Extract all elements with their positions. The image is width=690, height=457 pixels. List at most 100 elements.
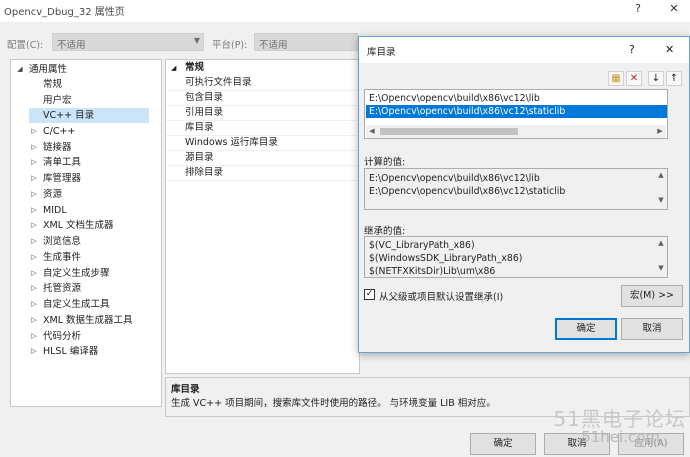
tree-item-label: 清单工具 bbox=[43, 157, 82, 168]
scroll-left-icon[interactable]: ◀ bbox=[366, 127, 378, 135]
expand-icon[interactable]: ▷ bbox=[29, 187, 39, 202]
property-grid[interactable]: ◢ 常规 可执行文件目录 包含目录 引用目录 库目录 Windows 运行库目录… bbox=[165, 59, 360, 374]
scroll-up-icon[interactable]: ▲ bbox=[655, 171, 667, 179]
expand-icon[interactable]: ▷ bbox=[29, 344, 39, 359]
evaluated-entry: E:\Opencv\opencv\build\x86\vc12\lib bbox=[369, 173, 540, 184]
inherit-checkbox-label[interactable]: 从父级或项目默认设置继承(I) bbox=[379, 289, 503, 303]
tree-item[interactable]: ▷ 资源 bbox=[29, 187, 62, 202]
directory-entry-selected[interactable]: E:\Opencv\opencv\build\x86\vc12\staticli… bbox=[366, 105, 667, 118]
config-value: 不适用 bbox=[57, 40, 86, 51]
ok-button[interactable]: 确定 bbox=[470, 433, 536, 455]
tree-item-label: 资源 bbox=[43, 189, 63, 200]
config-select[interactable]: 不适用 ▼ bbox=[52, 33, 204, 51]
tree-item[interactable]: ▷ XML 文档生成器 bbox=[29, 218, 114, 233]
inherited-entry: $(WindowsSDK_LibraryPath_x86) bbox=[369, 253, 523, 264]
tree-item[interactable]: ▷ 自定义生成工具 bbox=[29, 297, 110, 312]
inherited-label: 继承的值: bbox=[364, 226, 406, 237]
expand-icon[interactable]: ▷ bbox=[29, 250, 39, 265]
vertical-scrollbar[interactable]: ▲ ▼ bbox=[655, 170, 667, 208]
tree-item[interactable]: ▷ 生成事件 bbox=[29, 250, 81, 265]
scroll-up-icon[interactable]: ▲ bbox=[655, 239, 667, 247]
new-folder-icon[interactable]: ▦ bbox=[608, 71, 624, 86]
inherit-checkbox[interactable]: ✓ bbox=[364, 289, 375, 300]
platform-label: 平台(P): bbox=[212, 40, 248, 51]
grid-row[interactable]: 可执行文件目录 bbox=[166, 76, 359, 91]
tree-item[interactable]: ▷ 链接器 bbox=[29, 140, 72, 155]
tree-item-label: 代码分析 bbox=[43, 331, 82, 342]
delete-icon[interactable]: ✕ bbox=[626, 71, 642, 86]
grid-row[interactable]: 排除目录 bbox=[166, 166, 359, 181]
collapse-icon[interactable]: ◢ bbox=[15, 62, 25, 77]
watermark-url: 51hei.com bbox=[581, 428, 660, 446]
expand-icon[interactable]: ▷ bbox=[29, 329, 39, 344]
tree-item[interactable]: ▷ 自定义生成步骤 bbox=[29, 266, 110, 281]
directory-entry[interactable]: E:\Opencv\opencv\build\x86\vc12\lib bbox=[369, 92, 540, 105]
move-up-icon[interactable]: ↑ bbox=[666, 71, 682, 86]
move-down-icon[interactable]: ↓ bbox=[648, 71, 664, 86]
platform-select[interactable]: 不适用 bbox=[254, 33, 358, 51]
scroll-down-icon[interactable]: ▼ bbox=[655, 264, 667, 272]
grid-row[interactable]: 包含目录 bbox=[166, 91, 359, 106]
scroll-thumb[interactable] bbox=[380, 128, 518, 135]
help-button[interactable]: ? bbox=[628, 2, 648, 18]
expand-icon[interactable]: ▷ bbox=[29, 218, 39, 233]
dialog-close-button[interactable]: ✕ bbox=[665, 43, 674, 56]
tree-item-common-properties[interactable]: ◢ 通用属性 bbox=[15, 62, 67, 77]
dialog-title: 库目录 bbox=[367, 47, 396, 58]
tree-item[interactable]: ▷ 浏览信息 bbox=[29, 234, 81, 249]
close-button[interactable]: ✕ bbox=[664, 2, 684, 18]
expand-icon[interactable]: ▷ bbox=[29, 171, 39, 186]
library-directories-dialog: 库目录 ? ✕ ▦ ✕ ↓ ↑ E:\Opencv\opencv\build\x… bbox=[358, 36, 690, 353]
expand-icon[interactable]: ▷ bbox=[29, 234, 39, 249]
grid-category-label: 常规 bbox=[185, 62, 205, 73]
tree-item[interactable]: 常规 bbox=[29, 77, 149, 92]
property-tree[interactable]: ◢ 通用属性 常规 用户宏 VC++ 目录 ▷ C/C++ ▷ 链接器 ▷ 清单工具 … bbox=[10, 59, 162, 407]
expand-icon[interactable]: ▷ bbox=[29, 203, 39, 218]
grid-row-label: 可执行文件目录 bbox=[185, 77, 252, 88]
tree-item[interactable]: ▷ 库管理器 bbox=[29, 171, 81, 186]
tree-item-label: 链接器 bbox=[43, 142, 72, 153]
tree-item[interactable]: ▷ HLSL 编译器 bbox=[29, 344, 98, 359]
tree-item-label: 常规 bbox=[43, 79, 63, 90]
expand-icon[interactable]: ▷ bbox=[29, 313, 39, 328]
tree-item-label: 自定义生成步骤 bbox=[43, 268, 110, 279]
dialog-help-button[interactable]: ? bbox=[629, 43, 635, 56]
inherited-entry: $(NETFXKitsDir)Lib\um\x86 bbox=[369, 266, 496, 277]
grid-row[interactable]: Windows 运行库目录 bbox=[166, 136, 359, 151]
expand-icon[interactable]: ▷ bbox=[29, 124, 39, 139]
expand-icon[interactable]: ▷ bbox=[29, 266, 39, 281]
vertical-scrollbar[interactable]: ▲ ▼ bbox=[655, 238, 667, 276]
tree-item-label: VC++ 目录 bbox=[43, 110, 95, 121]
title-bar: Opencv_Dbug_32 属性页 ? ✕ bbox=[0, 0, 690, 22]
directory-list[interactable]: E:\Opencv\opencv\build\x86\vc12\lib E:\O… bbox=[364, 89, 668, 139]
grid-row[interactable]: 引用目录 bbox=[166, 106, 359, 121]
scroll-down-icon[interactable]: ▼ bbox=[655, 196, 667, 204]
tree-item-label: 自定义生成工具 bbox=[43, 299, 110, 310]
tree-item[interactable]: ▷ C/C++ bbox=[29, 124, 75, 139]
grid-row[interactable]: 源目录 bbox=[166, 151, 359, 166]
collapse-icon[interactable]: ◢ bbox=[171, 61, 176, 75]
expand-icon[interactable]: ▷ bbox=[29, 155, 39, 170]
tree-item-label: XML 文档生成器 bbox=[43, 220, 114, 231]
expand-icon[interactable]: ▷ bbox=[29, 281, 39, 296]
expand-icon[interactable]: ▷ bbox=[29, 297, 39, 312]
expand-icon[interactable]: ▷ bbox=[29, 140, 39, 155]
tree-item[interactable]: ▷ 代码分析 bbox=[29, 329, 81, 344]
dialog-ok-button[interactable]: 确定 bbox=[555, 318, 617, 340]
tree-item[interactable]: ▷ 清单工具 bbox=[29, 155, 81, 170]
evaluated-list: E:\Opencv\opencv\build\x86\vc12\lib E:\O… bbox=[364, 168, 668, 210]
tree-item[interactable]: ▷ MIDL bbox=[29, 203, 66, 218]
grid-row[interactable]: 库目录 bbox=[166, 121, 359, 136]
tree-item-selected[interactable]: VC++ 目录 bbox=[29, 108, 149, 123]
tree-item[interactable]: ▷ 托管资源 bbox=[29, 281, 81, 296]
scroll-right-icon[interactable]: ▶ bbox=[654, 127, 666, 135]
grid-category[interactable]: ◢ 常规 bbox=[166, 61, 359, 75]
chevron-down-icon: ▼ bbox=[193, 36, 200, 45]
tree-item[interactable]: ▷ XML 数据生成器工具 bbox=[29, 313, 132, 328]
tree-item[interactable]: 用户宏 bbox=[29, 93, 149, 108]
evaluated-entry: E:\Opencv\opencv\build\x86\vc12\staticli… bbox=[369, 186, 566, 197]
dialog-cancel-button[interactable]: 取消 bbox=[621, 318, 683, 340]
macros-button[interactable]: 宏(M) >> bbox=[621, 285, 683, 307]
horizontal-scrollbar[interactable]: ◀ ▶ bbox=[366, 125, 666, 138]
tree-item-label: HLSL 编译器 bbox=[43, 346, 99, 357]
